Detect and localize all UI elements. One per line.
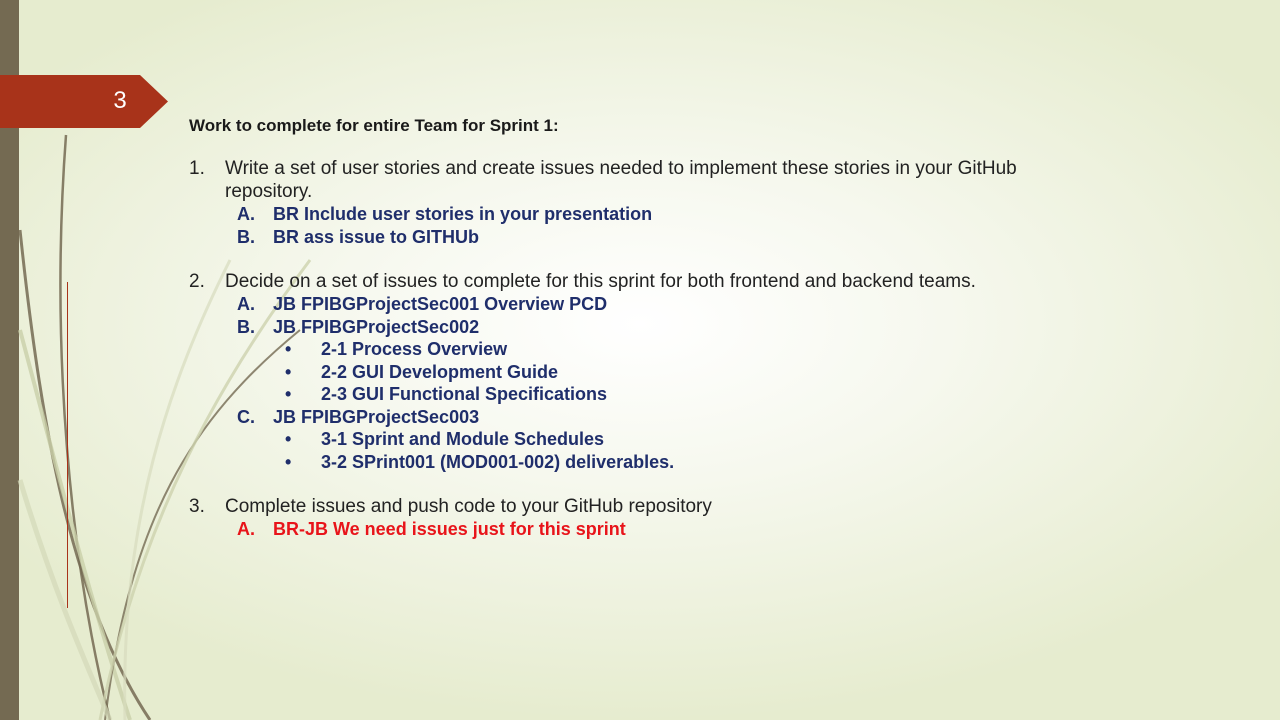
sub-item-text: BR Include user stories in your presenta…: [273, 204, 653, 224]
bullet-item: • 3-2 SPrint001 (MOD001-002) deliverable…: [189, 451, 1089, 474]
bullet-glyph: •: [285, 429, 292, 449]
sub-item-2c: C. JB FPIBGProjectSec003: [189, 406, 1089, 429]
sub-item-2b: B. JB FPIBGProjectSec002: [189, 316, 1089, 339]
sub-marker: B.: [237, 226, 255, 247]
sub-item-2a: A. JB FPIBGProjectSec001 Overview PCD: [189, 293, 1089, 316]
sub-marker: A.: [237, 204, 255, 224]
list-item-text: Complete issues and push code to your Gi…: [225, 496, 712, 517]
sub-item-text: JB FPIBGProjectSec001 Overview PCD: [273, 294, 608, 314]
list-item-3: 3. Complete issues and push code to your…: [189, 495, 1089, 518]
bullet-item: • 2-2 GUI Development Guide: [189, 361, 1089, 384]
slide-title: Work to complete for entire Team for Spr…: [189, 116, 559, 135]
list-item-1: 1. Write a set of user stories and creat…: [189, 157, 1089, 203]
list-number: 2.: [189, 271, 205, 292]
list-number: 3.: [189, 496, 205, 517]
sub-marker: B.: [237, 316, 255, 337]
list-item-text: Decide on a set of issues to complete fo…: [225, 271, 976, 292]
bullet-text: 2-1 Process Overview: [321, 339, 508, 359]
sub-marker: A.: [237, 519, 255, 539]
bullet-glyph: •: [285, 361, 292, 382]
bullet-text: 2-2 GUI Development Guide: [321, 361, 559, 382]
bullet-text: 2-3 GUI Functional Specifications: [321, 384, 608, 404]
list-number: 1.: [189, 158, 205, 179]
bullet-text: 3-2 SPrint001 (MOD001-002) deliverables.: [321, 451, 675, 472]
slide-number: 3: [113, 87, 127, 114]
bullet-item: • 3-1 Sprint and Module Schedules: [189, 428, 1089, 451]
list-item-2: 2. Decide on a set of issues to complete…: [189, 270, 1089, 293]
sub-marker: A.: [237, 294, 255, 314]
sub-item-text: JB FPIBGProjectSec003: [273, 406, 480, 427]
slide-number-tab: 3: [0, 75, 168, 128]
sub-item-text: BR ass issue to GITHUb: [273, 226, 480, 247]
sub-marker: C.: [237, 406, 255, 427]
bullet-item: • 2-1 Process Overview: [189, 338, 1089, 361]
slide: 3 Work to complete for entire Team for S…: [0, 0, 1280, 720]
sub-item-1a: A. BR Include user stories in your prese…: [189, 203, 1089, 226]
sub-item-text: JB FPIBGProjectSec002: [273, 316, 480, 337]
bullet-glyph: •: [285, 384, 292, 404]
bullet-glyph: •: [285, 451, 292, 472]
bullet-glyph: •: [285, 339, 292, 359]
slide-content: Work to complete for entire Team for Spr…: [189, 115, 1089, 541]
sub-item-text: BR-JB We need issues just for this sprin…: [273, 519, 626, 539]
vertical-red-rule: [67, 282, 68, 608]
bullet-text: 3-1 Sprint and Module Schedules: [321, 429, 605, 449]
list-item-text: Write a set of user stories and create i…: [225, 158, 1017, 202]
bullet-item: • 2-3 GUI Functional Specifications: [189, 383, 1089, 406]
sub-item-3a: A. BR-JB We need issues just for this sp…: [189, 518, 1089, 541]
sub-item-1b: B. BR ass issue to GITHUb: [189, 226, 1089, 249]
